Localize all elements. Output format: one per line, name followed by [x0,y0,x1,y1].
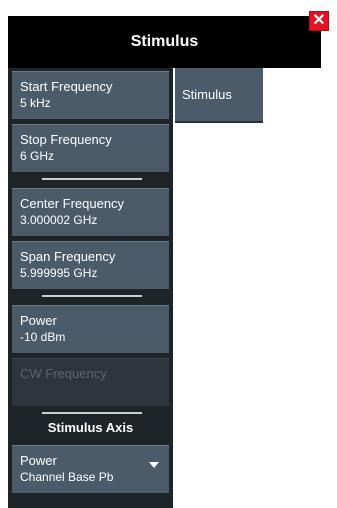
stimulus-axis-value: Channel Base Pb [20,470,114,484]
center-frequency-button[interactable]: Center Frequency 3.000002 GHz [12,188,169,236]
start-frequency-button[interactable]: Start Frequency 5 kHz [12,71,169,119]
chevron-down-icon [149,462,159,468]
span-frequency-label: Span Frequency [20,249,116,264]
stimulus-dialog: Stimulus Start Frequency 5 kHz Stop Freq… [8,16,321,508]
stop-frequency-label: Stop Frequency [20,132,112,147]
power-button[interactable]: Power -10 dBm [12,305,169,353]
power-label: Power [20,313,57,328]
stop-frequency-value: 6 GHz [20,149,55,163]
stop-frequency-button[interactable]: Stop Frequency 6 GHz [12,124,169,172]
center-frequency-label: Center Frequency [20,196,125,211]
softkey-column: Start Frequency 5 kHz Stop Frequency 6 G… [8,68,173,508]
close-icon: ✕ [312,12,326,29]
separator [42,295,142,297]
separator [42,412,142,414]
span-frequency-value: 5.999995 GHz [20,266,98,280]
separator [42,178,142,180]
stimulus-axis-label: Power [20,453,57,468]
stimulus-axis-dropdown[interactable]: Power Channel Base Pb [12,445,169,493]
cw-frequency-button: CW Frequency [12,358,169,406]
tab-stimulus[interactable]: Stimulus [175,68,263,123]
center-frequency-value: 3.000002 GHz [20,213,98,227]
span-frequency-button[interactable]: Span Frequency 5.999995 GHz [12,241,169,289]
start-frequency-value: 5 kHz [20,96,51,110]
start-frequency-label: Start Frequency [20,79,113,94]
dialog-title: Stimulus [8,16,321,68]
power-value: -10 dBm [20,330,66,344]
stimulus-axis-heading: Stimulus Axis [47,420,134,435]
close-button[interactable]: ✕ [309,11,329,31]
cw-frequency-label: CW Frequency [20,366,107,381]
